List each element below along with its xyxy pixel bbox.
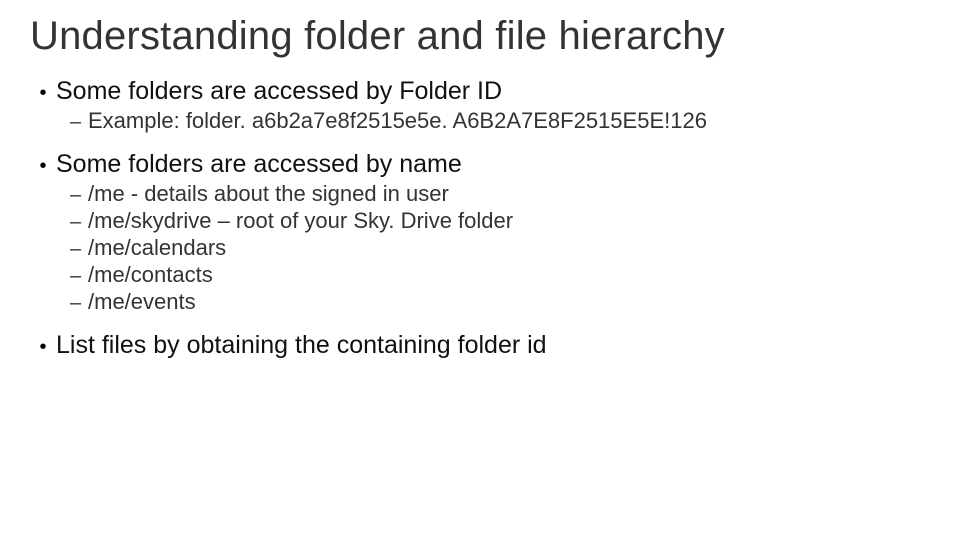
dash-icon: – xyxy=(70,292,88,315)
sub-bullet-item: – /me/contacts xyxy=(70,262,930,288)
dash-icon: – xyxy=(70,238,88,261)
sub-bullet-list: – /me - details about the signed in user… xyxy=(70,181,930,315)
bullet-item: • Some folders are accessed by Folder ID… xyxy=(30,77,930,134)
bullet-list: • Some folders are accessed by Folder ID… xyxy=(30,77,930,360)
slide: Understanding folder and file hierarchy … xyxy=(0,0,960,540)
dash-icon: – xyxy=(70,111,88,134)
sub-bullet-item: – /me/skydrive – root of your Sky. Drive… xyxy=(70,208,930,234)
bullet-row: • List files by obtaining the containing… xyxy=(30,331,930,360)
dash-icon: – xyxy=(70,265,88,288)
bullet-text: Some folders are accessed by Folder ID xyxy=(56,77,502,106)
bullet-text: Some folders are accessed by name xyxy=(56,150,462,179)
slide-title: Understanding folder and file hierarchy xyxy=(30,14,930,59)
sub-bullet-text: /me/calendars xyxy=(88,235,226,261)
sub-bullet-text: Example: folder. a6b2a7e8f2515e5e. A6B2A… xyxy=(88,108,707,134)
bullet-text: List files by obtaining the containing f… xyxy=(56,331,547,360)
sub-bullet-text: /me/contacts xyxy=(88,262,213,288)
sub-bullet-item: – /me/calendars xyxy=(70,235,930,261)
bullet-row: • Some folders are accessed by Folder ID xyxy=(30,77,930,106)
bullet-dot-icon: • xyxy=(30,337,56,357)
bullet-dot-icon: • xyxy=(30,156,56,176)
dash-icon: – xyxy=(70,184,88,207)
bullet-dot-icon: • xyxy=(30,83,56,103)
dash-icon: – xyxy=(70,211,88,234)
bullet-item: • Some folders are accessed by name – /m… xyxy=(30,150,930,315)
sub-bullet-text: /me/skydrive – root of your Sky. Drive f… xyxy=(88,208,513,234)
sub-bullet-text: /me/events xyxy=(88,289,196,315)
sub-bullet-list: – Example: folder. a6b2a7e8f2515e5e. A6B… xyxy=(70,108,930,134)
sub-bullet-item: – /me - details about the signed in user xyxy=(70,181,930,207)
bullet-item: • List files by obtaining the containing… xyxy=(30,331,930,360)
sub-bullet-text: /me - details about the signed in user xyxy=(88,181,449,207)
sub-bullet-item: – Example: folder. a6b2a7e8f2515e5e. A6B… xyxy=(70,108,930,134)
sub-bullet-item: – /me/events xyxy=(70,289,930,315)
bullet-row: • Some folders are accessed by name xyxy=(30,150,930,179)
